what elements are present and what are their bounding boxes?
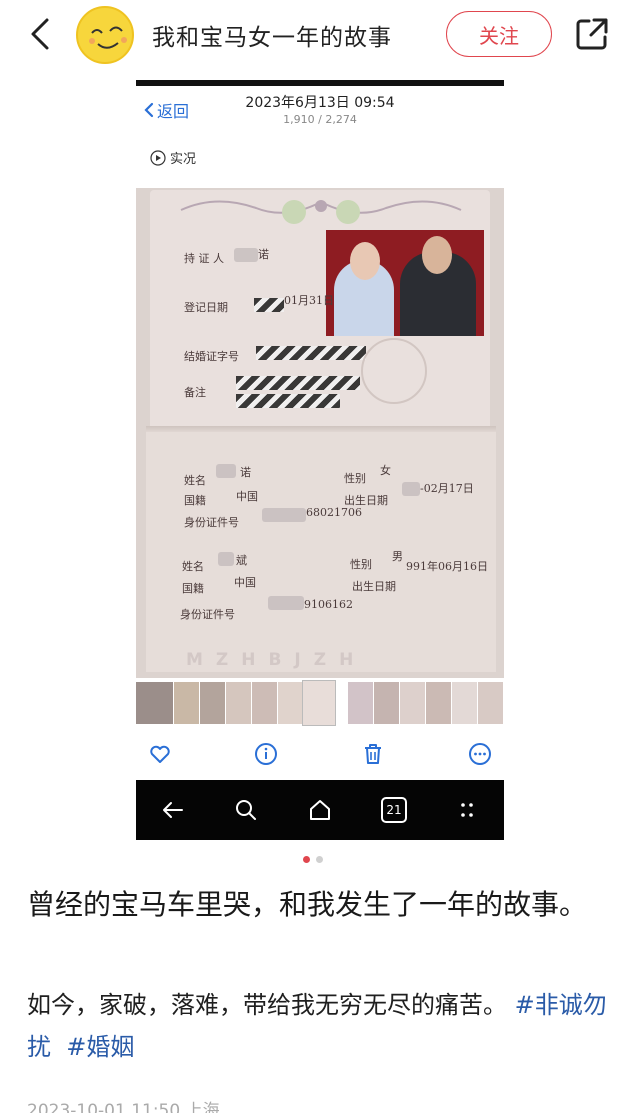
hashtag-link[interactable]: #婚姻 xyxy=(66,1033,134,1061)
post-author-title: 我和宝马女一年的故事 xyxy=(152,25,392,51)
p1-nation-value: 中国 xyxy=(236,490,258,503)
head-left xyxy=(350,242,380,280)
holder-label: 持 证 人 xyxy=(184,252,224,265)
redaction xyxy=(218,552,234,566)
thumbnail[interactable] xyxy=(278,682,304,724)
p2-name-label: 姓名 xyxy=(182,560,204,573)
heart-icon[interactable] xyxy=(148,742,172,766)
thumbnail[interactable] xyxy=(400,682,426,724)
follow-button[interactable]: 关注 xyxy=(446,11,552,57)
more-icon[interactable] xyxy=(468,742,492,766)
p2-birth-label: 出生日期 xyxy=(352,580,396,593)
p1-nation-label: 国籍 xyxy=(184,494,206,507)
live-photo-badge: 实况 xyxy=(150,148,196,167)
thumbnail[interactable] xyxy=(374,682,400,724)
p2-nation-value: 中国 xyxy=(234,576,256,589)
p2-id-value: 9106162 xyxy=(304,598,353,611)
p2-sex-value: 男 xyxy=(392,550,403,563)
home-icon[interactable] xyxy=(307,797,333,823)
p2-name-value: 斌 xyxy=(236,554,247,567)
thumbnail[interactable] xyxy=(478,682,504,724)
share-button[interactable] xyxy=(574,16,610,52)
carousel-indicator xyxy=(303,856,323,863)
live-photo-icon xyxy=(150,149,166,166)
couple-photo xyxy=(326,230,484,336)
redaction xyxy=(402,482,420,496)
thumbnail[interactable] xyxy=(136,682,174,724)
p1-id-value: 68021706 xyxy=(306,506,362,519)
back-arrow-icon[interactable] xyxy=(160,797,186,823)
thumbnail[interactable] xyxy=(252,682,278,724)
thumbnail[interactable] xyxy=(200,682,226,724)
redaction xyxy=(256,346,366,360)
p1-sex-label: 性别 xyxy=(344,472,366,485)
trash-icon[interactable] xyxy=(361,742,385,766)
thumbnail[interactable] xyxy=(348,682,374,724)
redaction xyxy=(236,394,340,408)
redaction xyxy=(236,376,360,390)
head-right xyxy=(422,236,452,274)
p1-id-label: 身份证件号 xyxy=(184,516,239,529)
certificate-watermark-letters: MZHBJZH xyxy=(186,650,367,670)
p2-nation-label: 国籍 xyxy=(182,582,204,595)
post-body-text: 如今，家破，落难，带给我无穷无尽的痛苦。 xyxy=(27,991,507,1019)
chevron-left-icon xyxy=(31,18,49,50)
redaction xyxy=(268,596,304,610)
marriage-certificate-photo: 持 证 人 诺 登记日期 01月31日 结婚证字号 备注 姓名 诺 性别 女 国… xyxy=(136,188,504,678)
reg-date-value: 01月31日 xyxy=(284,294,334,307)
p1-name-label: 姓名 xyxy=(184,474,206,487)
p2-birth-value: 991年06月16日 xyxy=(406,560,488,573)
live-photo-label: 实况 xyxy=(170,152,197,167)
info-icon[interactable] xyxy=(254,742,278,766)
author-avatar[interactable] xyxy=(76,6,134,64)
photo-count: 1,910 / 2,274 xyxy=(283,113,357,126)
redaction xyxy=(254,298,284,312)
status-strip xyxy=(136,80,504,86)
post-image[interactable]: 返回 2023年6月13日 09:54 1,910 / 2,274 实况 持 证… xyxy=(136,80,504,840)
back-button[interactable] xyxy=(22,14,58,54)
embossed-seal xyxy=(361,338,427,404)
menu-dots-icon[interactable] xyxy=(454,797,480,823)
certificate-bottom-page xyxy=(146,432,496,672)
thumbnail-selected[interactable] xyxy=(302,680,336,726)
search-icon[interactable] xyxy=(233,797,259,823)
note-label: 备注 xyxy=(184,386,206,399)
top-header: 我和宝马女一年的故事 关注 xyxy=(0,0,640,72)
thumbnail[interactable] xyxy=(174,682,200,724)
thumbnail[interactable] xyxy=(226,682,252,724)
reg-date-label: 登记日期 xyxy=(184,301,228,314)
carousel-dot-active xyxy=(303,856,310,863)
p1-sex-value: 女 xyxy=(380,464,391,477)
redaction xyxy=(262,508,306,522)
thumbnail[interactable] xyxy=(452,682,478,724)
thumbnail-strip[interactable] xyxy=(136,680,504,726)
carousel-dot xyxy=(316,856,323,863)
photo-toolbar xyxy=(136,730,504,778)
p2-id-label: 身份证件号 xyxy=(180,608,235,621)
redaction xyxy=(234,248,258,262)
p1-name-value: 诺 xyxy=(240,466,251,479)
cert-number-label: 结婚证字号 xyxy=(184,350,239,363)
share-icon xyxy=(576,18,608,50)
post-timestamp-location: 2023-10-01 11:50 上海 xyxy=(27,1101,220,1113)
p1-birth-value: -02月17日 xyxy=(420,482,474,495)
system-nav-bar: 21 xyxy=(136,780,504,840)
tabs-counter[interactable]: 21 xyxy=(381,797,407,823)
holder-value: 诺 xyxy=(258,248,269,261)
thumbnail[interactable] xyxy=(426,682,452,724)
ornament-decoration xyxy=(180,200,462,224)
p2-sex-label: 性别 xyxy=(350,558,372,571)
post-title: 曾经的宝马车里哭，和我发生了一年的故事。 xyxy=(27,888,588,921)
redaction xyxy=(216,464,236,478)
photo-date: 2023年6月13日 09:54 xyxy=(245,95,395,111)
smiling-face-avatar-icon xyxy=(89,26,127,49)
post-body: 如今，家破，落难，带给我无穷无尽的痛苦。 #非诚勿扰 #婚姻 xyxy=(27,984,617,1068)
